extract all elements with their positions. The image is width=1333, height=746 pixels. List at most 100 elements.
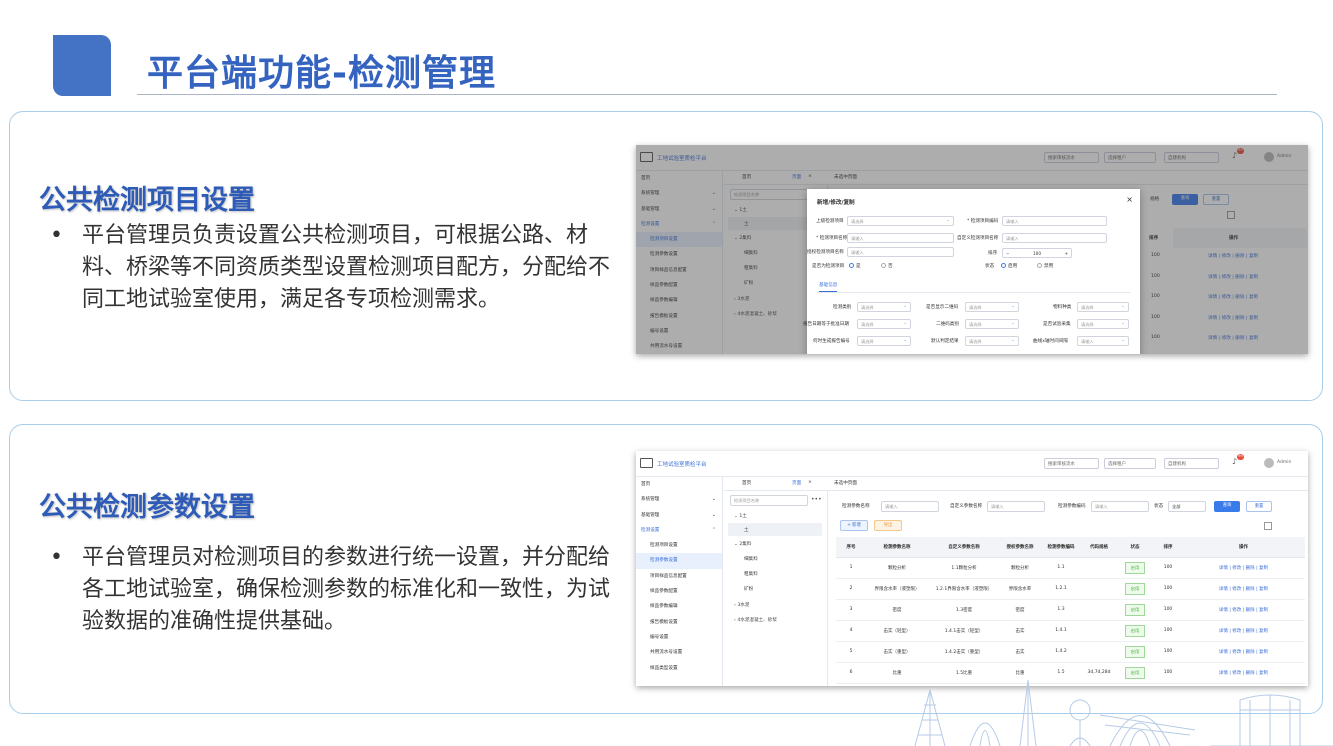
parent-select[interactable]: 请选择 ⌄ bbox=[847, 216, 954, 226]
sidebar-item[interactable]: 系统管理 ⌄ bbox=[636, 492, 722, 507]
status-select[interactable]: 全部 bbox=[1168, 501, 1206, 512]
search-input[interactable]: 搜索审核流水 bbox=[1044, 458, 1099, 469]
sidebar-item-label: 编号设置 bbox=[650, 634, 669, 640]
tab-close-icon[interactable]: × bbox=[808, 480, 812, 485]
modal-field-select[interactable]: 请选择 ⌄ bbox=[857, 319, 911, 329]
search-button[interactable]: 查询 bbox=[1214, 501, 1240, 512]
auth-name-input[interactable]: 请输入 bbox=[847, 247, 954, 257]
sidebar-item[interactable]: 首页 bbox=[636, 477, 722, 492]
modal-field-select[interactable]: 请选择 ⌄ bbox=[965, 302, 1019, 312]
table-cell: 击实 bbox=[1000, 620, 1040, 642]
tree-node[interactable]: 土 bbox=[744, 527, 749, 533]
tree-node[interactable]: › 3水泥 bbox=[734, 602, 749, 608]
table-cell: 击实（轻型） bbox=[866, 620, 928, 642]
chevron-down-icon: ⌄ bbox=[1011, 338, 1015, 343]
row-actions[interactable]: 详情 | 修改 | 删除 | 复制 bbox=[1219, 566, 1268, 571]
avatar[interactable] bbox=[1264, 458, 1274, 468]
sidebar-item[interactable]: 基础管理 ⌄ bbox=[636, 508, 722, 523]
sidebar-item[interactable]: 样品类型设置 bbox=[636, 661, 722, 676]
table-cell: 密度 bbox=[1000, 599, 1040, 621]
table-cell[interactable]: 详情 | 修改 | 删除 | 复制 bbox=[1182, 578, 1305, 600]
tree-selected-row bbox=[728, 523, 822, 536]
sidebar-item[interactable]: 项目样品信息配置 bbox=[636, 569, 722, 584]
sidebar-item[interactable]: 编号设置 bbox=[636, 630, 722, 645]
modal-field-label: 曲线x轴时间间隔 bbox=[1033, 339, 1068, 344]
table-cell: 击实（重型） bbox=[866, 641, 928, 663]
radio-enabled[interactable]: 启用 bbox=[1001, 263, 1017, 269]
param-code-input[interactable]: 请输入 bbox=[1091, 501, 1149, 512]
sidebar-item[interactable]: 检测项目设置 bbox=[636, 538, 722, 553]
modal-field-select[interactable]: 请选择 ⌄ bbox=[965, 319, 1019, 329]
table-cell: 1.1 bbox=[1040, 557, 1082, 579]
sidebar-item-label: 报告模板设置 bbox=[650, 619, 678, 625]
section-title: 公共检测参数设置 bbox=[39, 492, 255, 523]
order-stepper[interactable]: − 100 + bbox=[1002, 248, 1072, 258]
sidebar-item[interactable]: 样品参数编辑 bbox=[636, 599, 722, 614]
table-cell[interactable]: 详情 | 修改 | 删除 | 复制 bbox=[1182, 641, 1305, 663]
bullet-text: 平台管理员对检测项目的参数进行统一设置，并分配给各工地试验室，确保检测参数的标准… bbox=[82, 545, 611, 634]
org-select[interactable]: 自建机构 bbox=[1164, 458, 1219, 469]
modal-field-select[interactable]: 请选择 ⌄ bbox=[965, 336, 1019, 346]
add-button[interactable]: + 新增 bbox=[840, 520, 868, 531]
custom-name-input[interactable]: 请输入 bbox=[1002, 233, 1107, 243]
row-actions[interactable]: 详情 | 修改 | 删除 | 复制 bbox=[1219, 650, 1268, 655]
modal-field-select[interactable]: 请选择 ⌄ bbox=[857, 336, 911, 346]
tenant-select[interactable]: 选择租户 bbox=[1104, 458, 1156, 469]
modal-field-select[interactable]: 请输入 ⌄ bbox=[1077, 336, 1129, 346]
sidebar-item[interactable]: 共用流水号设置 bbox=[636, 645, 722, 660]
tab-basic-info[interactable]: 基础信息 bbox=[819, 282, 838, 292]
modal-field-label: 二维码类别 bbox=[936, 322, 959, 327]
more-icon[interactable]: ••• bbox=[811, 496, 822, 503]
radio-no[interactable]: 否 bbox=[881, 263, 893, 269]
tab-page[interactable]: 页面 bbox=[792, 480, 801, 486]
user-name[interactable]: Admin bbox=[1277, 460, 1291, 465]
close-icon[interactable]: × bbox=[1126, 195, 1133, 204]
tree-node[interactable]: 矿粉 bbox=[744, 586, 753, 592]
column-settings-icon[interactable] bbox=[1264, 522, 1272, 530]
reset-button[interactable]: 重置 bbox=[1246, 501, 1272, 512]
modal-field-label: 默认判定结果 bbox=[931, 339, 959, 344]
radio-disabled[interactable]: 禁用 bbox=[1037, 263, 1053, 269]
select-placeholder: 请选择 bbox=[861, 305, 874, 310]
row-actions[interactable]: 详情 | 修改 | 删除 | 复制 bbox=[1219, 587, 1268, 592]
table-cell: 1.4.1击实（轻型） bbox=[928, 620, 1000, 642]
sidebar-item-label: 样品类型设置 bbox=[650, 665, 678, 671]
sidebar-item[interactable]: 检测设置 ⌃ bbox=[636, 523, 722, 538]
sidebar-item[interactable]: 样品参数配置 bbox=[636, 584, 722, 599]
table-cell: 1.4.2击实（重型） bbox=[928, 641, 1000, 663]
sidebar-item[interactable]: 检测参数设置 bbox=[636, 553, 722, 569]
sidebar: 首页 系统管理 ⌄ 基础管理 ⌄ 检测设置 ⌃ 检测项目设置 检测参数设置 项目样品信息配置 样品参… bbox=[636, 477, 723, 686]
radio-yes[interactable]: 是 bbox=[849, 263, 861, 269]
table-cell[interactable]: 详情 | 修改 | 删除 | 复制 bbox=[1182, 599, 1305, 621]
tree-node[interactable]: 细集料 bbox=[744, 556, 758, 562]
tree-node[interactable]: 粗集料 bbox=[744, 571, 758, 577]
chevron-down-icon: ⌄ bbox=[711, 496, 716, 503]
modal-field-select[interactable]: 请选择 ⌄ bbox=[1077, 302, 1129, 312]
row-actions[interactable]: 详情 | 修改 | 删除 | 复制 bbox=[1219, 608, 1268, 613]
tree-node[interactable]: › 4水泥混凝土、砂浆 bbox=[734, 617, 777, 623]
table-cell[interactable]: 详情 | 修改 | 删除 | 复制 bbox=[1182, 620, 1305, 642]
modal-field-label: 物料种类 bbox=[1053, 305, 1072, 310]
tab-home[interactable]: 首页 bbox=[742, 480, 751, 486]
modal-field-select[interactable]: 请选择 ⌄ bbox=[857, 302, 911, 312]
row-actions[interactable]: 详情 | 修改 | 删除 | 复制 bbox=[1219, 671, 1268, 676]
export-button[interactable]: 导出 bbox=[874, 520, 902, 531]
table-cell[interactable]: 详情 | 修改 | 删除 | 复制 bbox=[1182, 557, 1305, 579]
modal-field-select[interactable]: 请选择 ⌄ bbox=[1077, 319, 1129, 329]
sidebar-item[interactable]: 报告模板设置 bbox=[636, 615, 722, 630]
minus-icon: − bbox=[1006, 251, 1010, 256]
modal-field-label: 是否显示二维码 bbox=[926, 305, 959, 310]
row-actions[interactable]: 详情 | 修改 | 删除 | 复制 bbox=[1219, 629, 1268, 634]
name-input[interactable]: 请输入 bbox=[847, 233, 954, 243]
status-label: 状态 bbox=[1154, 504, 1164, 509]
tree-node[interactable]: ⌄ 2集料 bbox=[734, 541, 751, 547]
tree-search-input[interactable]: 检测项目名称 bbox=[730, 495, 808, 506]
custom-name-input[interactable]: 请输入 bbox=[987, 501, 1045, 512]
table-cell: 启用 bbox=[1116, 641, 1154, 663]
is-project-label: 是否为检测项目 bbox=[812, 264, 845, 269]
param-name-input[interactable]: 请输入 bbox=[881, 501, 939, 512]
code-input[interactable]: 请输入 bbox=[1002, 216, 1107, 226]
tree-node-label: 粗集料 bbox=[744, 572, 758, 577]
tab-unselected[interactable]: 未选中页面 bbox=[834, 480, 857, 486]
tree-node[interactable]: ⌄ 1土 bbox=[734, 513, 747, 519]
